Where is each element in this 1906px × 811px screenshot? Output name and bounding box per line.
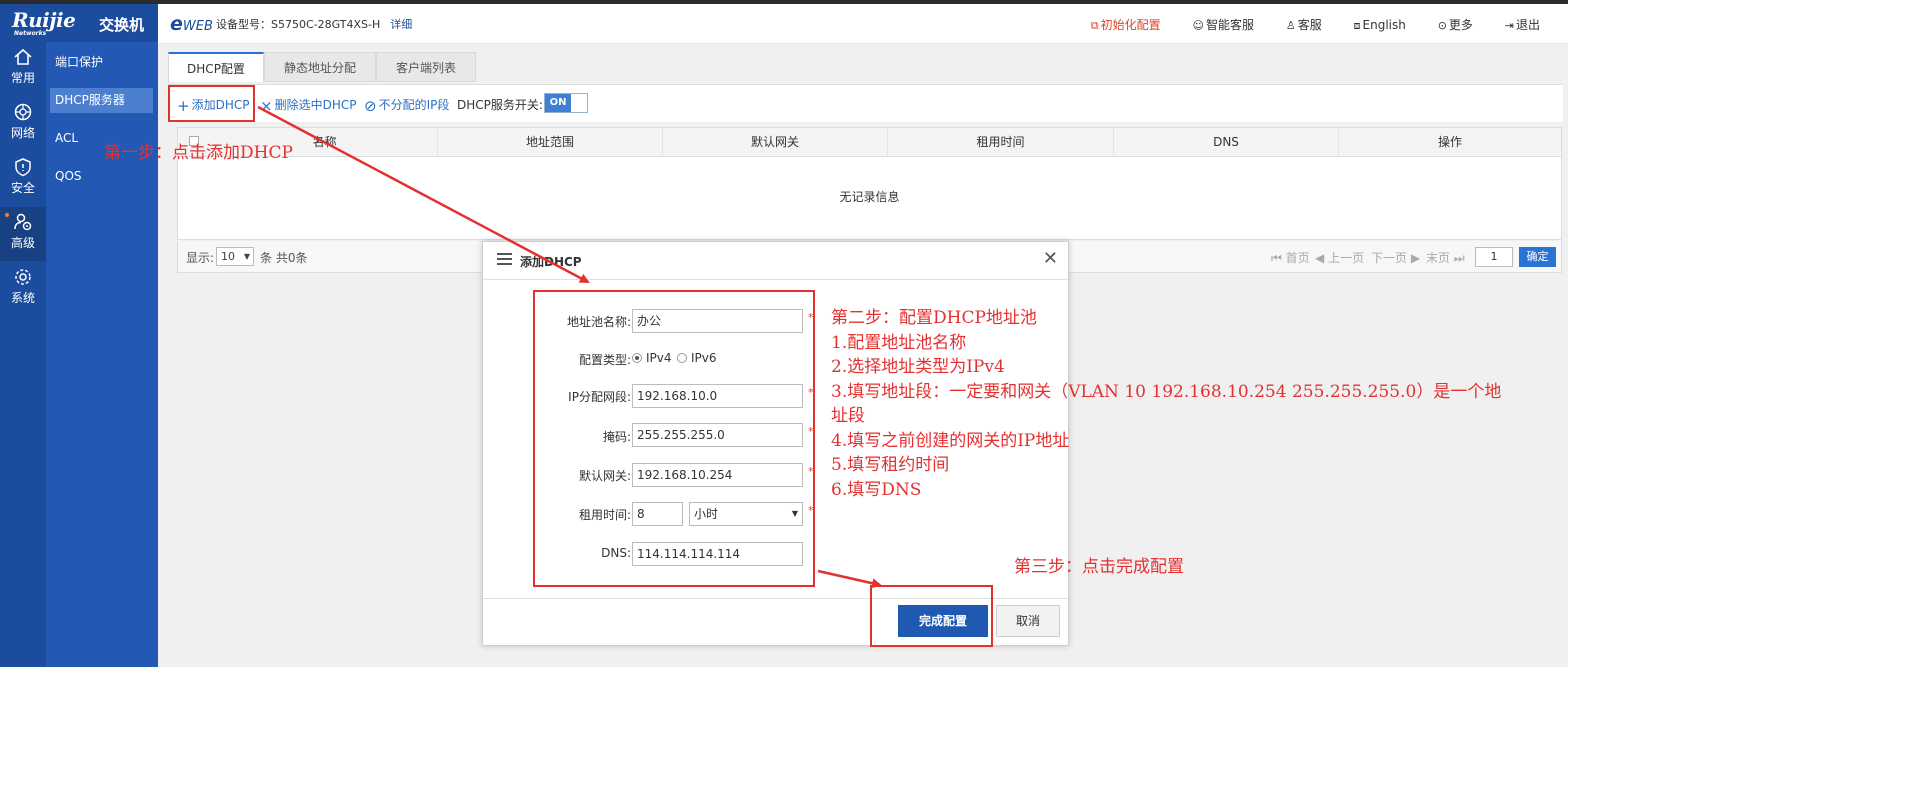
toolbar: + 添加DHCP × 删除选中DHCP ⊘ 不分配的IP段 DHCP服务开关: ON <box>168 84 1563 122</box>
annotation-step3: 第三步：点击完成配置 <box>1014 557 1184 577</box>
table-header: 名称 地址范围 默认网关 租用时间 DNS 操作 <box>178 128 1561 157</box>
total-label: 条 共0条 <box>260 251 308 265</box>
annotation-step2: 第二步：配置DHCP地址池 1.配置地址池名称 2.选择地址类型为IPv4 3.… <box>831 308 1502 500</box>
dhcp-table: 名称 地址范围 默认网关 租用时间 DNS 操作 无记录信息 <box>177 127 1562 240</box>
advanced-icon <box>14 213 32 231</box>
forbidden-icon: ⊘ <box>364 97 377 115</box>
annotation-box-add <box>168 85 255 122</box>
page-size-select[interactable]: 10 ▼ <box>216 247 254 266</box>
show-label: 显示: <box>186 251 215 265</box>
eweb-logo: eWEB <box>170 13 213 35</box>
dhcp-service-toggle[interactable]: ON <box>544 93 588 113</box>
logout-link[interactable]: ⇥ 退出 <box>1505 18 1554 32</box>
language-link[interactable]: ⧈ English <box>1354 18 1420 32</box>
more-icon: ⊙ <box>1437 19 1447 32</box>
menu-icon <box>497 253 512 266</box>
ruijie-logo: Ruijie <box>12 8 76 32</box>
network-icon <box>14 103 32 121</box>
exclude-ip-button[interactable]: ⊘ 不分配的IP段 <box>364 96 449 115</box>
col-actions: 操作 <box>1338 128 1561 157</box>
nav-item-advanced[interactable]: 高级 <box>0 207 46 261</box>
subnav-item-port-protection[interactable]: 端口保护 <box>50 50 153 75</box>
dialog-title: 添加DHCP <box>520 255 582 269</box>
x-icon: × <box>260 97 273 115</box>
nav-item-label: 系统 <box>10 291 35 305</box>
next-page-button[interactable]: 下一页 ▶ <box>1371 249 1420 266</box>
service-switch-label: DHCP服务开关: <box>457 98 543 112</box>
init-config-link[interactable]: ⧉ 初始化配置 <box>1091 18 1175 32</box>
nav-item-system[interactable]: 系统 <box>0 262 46 316</box>
tab-dhcp-config[interactable]: DHCP配置 <box>168 52 264 82</box>
device-model: 设备型号：S5750C-28GT4XS-H 详细 <box>216 18 413 31</box>
detail-link[interactable]: 详细 <box>390 18 412 31</box>
annotation-box-form <box>533 290 815 587</box>
go-page-button[interactable]: 确定 <box>1519 247 1556 267</box>
prev-page-button[interactable]: ◀ 上一页 <box>1315 249 1364 266</box>
nav-item-label: 高级 <box>10 236 35 250</box>
init-icon: ⧉ <box>1090 19 1099 32</box>
tab-client-list[interactable]: 客户端列表 <box>376 52 476 82</box>
gear-icon <box>15 269 31 285</box>
shield-icon <box>15 158 31 177</box>
header: eWEB 设备型号：S5750C-28GT4XS-H 详细 ⧉ 初始化配置 ☺ 智能客… <box>158 4 1568 44</box>
col-lease: 租用时间 <box>887 128 1113 157</box>
nav-item-security[interactable]: 安全 <box>0 152 46 206</box>
first-page-button[interactable]: ⏮ 首页 <box>1271 249 1310 266</box>
page-number-input[interactable]: 1 <box>1475 247 1513 267</box>
empty-message: 无记录信息 <box>839 190 900 204</box>
language-icon: ⧈ <box>1353 19 1361 32</box>
ruijie-logo-sub: Networks <box>14 30 47 37</box>
annotation-box-finish <box>870 585 993 647</box>
subnav-item-dhcp-server[interactable]: DHCP服务器 <box>50 88 153 113</box>
product-name: 交换机 <box>99 16 145 34</box>
active-dot <box>5 213 9 217</box>
user-icon: ♙ <box>1285 19 1296 32</box>
subnav-item-qos[interactable]: QOS <box>50 164 153 189</box>
next-icon: ▶ <box>1410 251 1421 265</box>
robot-icon: ☺ <box>1192 19 1204 32</box>
col-gateway: 默认网关 <box>662 128 887 157</box>
tab-static-address[interactable]: 静态地址分配 <box>264 52 376 82</box>
close-icon[interactable]: ✕ <box>1043 248 1058 269</box>
last-page-button[interactable]: 末页 ⏭ <box>1426 249 1465 266</box>
nav-item-label: 安全 <box>10 181 35 195</box>
customer-service-link[interactable]: ♙ 客服 <box>1286 18 1336 32</box>
nav-item-network[interactable]: 网络 <box>0 97 46 151</box>
nav-item-label: 常用 <box>10 71 35 85</box>
logout-icon: ⇥ <box>1504 19 1514 32</box>
cancel-button[interactable]: 取消 <box>996 605 1060 637</box>
annotation-step1: 第一步：点击添加DHCP <box>104 143 293 163</box>
caret-down-icon: ▼ <box>243 252 250 261</box>
col-range: 地址范围 <box>437 128 662 157</box>
brand-bar: Ruijie Networks 交换机 <box>0 4 158 42</box>
last-icon: ⏭ <box>1453 251 1465 265</box>
dialog-header: 添加DHCP ✕ <box>483 242 1068 280</box>
home-icon <box>14 48 32 65</box>
col-dns: DNS <box>1113 128 1338 157</box>
first-icon: ⏮ <box>1271 251 1282 265</box>
prev-icon: ◀ <box>1315 251 1325 265</box>
smart-service-link[interactable]: ☺ 智能客服 <box>1193 18 1268 32</box>
delete-dhcp-button[interactable]: × 删除选中DHCP <box>260 96 356 115</box>
nav-item-common[interactable]: 常用 <box>0 42 46 96</box>
sub-nav: 端口保护 DHCP服务器 ACL QOS <box>46 42 158 667</box>
nav-item-label: 网络 <box>10 126 35 140</box>
top-menu: ⧉ 初始化配置 ☺ 智能客服 ♙ 客服 ⧈ English ⊙ 更多 ⇥ 退出 <box>1091 16 1568 33</box>
primary-nav: 常用 网络 安全 高级 系统 <box>0 4 46 667</box>
more-link[interactable]: ⊙ 更多 <box>1438 18 1487 32</box>
